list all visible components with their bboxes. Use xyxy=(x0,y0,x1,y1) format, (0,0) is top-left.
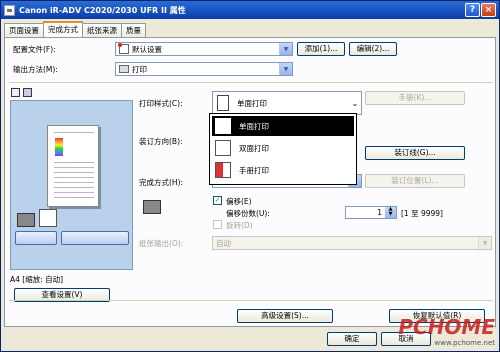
rotate-label: 旋转(D) xyxy=(226,221,253,230)
pchome-logo: PCHOME xyxy=(398,315,495,339)
pages-icon xyxy=(39,209,57,227)
pchome-watermark: PCHOME www.pchome.net xyxy=(398,315,495,347)
printer-properties-window: Canon iR-ADV C2020/2030 UFR II 属性 ? × 页面… xyxy=(0,0,500,352)
profile-icon xyxy=(118,43,129,54)
rotate-checkbox[interactable] xyxy=(213,220,222,229)
advanced-settings-button[interactable]: 高级设置(S)... xyxy=(237,309,333,323)
edit-profile-button[interactable]: 编辑(2)... xyxy=(349,42,397,56)
offset-count-value: 1 xyxy=(377,208,382,217)
preview-status: A4 [缩放: 自动] xyxy=(10,275,64,284)
print-style-dropdown-list: 单面打印 双面打印 手册打印 xyxy=(209,113,357,185)
print-style-option-duplex[interactable]: 双面打印 xyxy=(212,138,354,158)
offset-count-label: 偏移份数(U): xyxy=(226,209,270,218)
print-style-value: 单面打印 xyxy=(237,98,267,108)
preview-box xyxy=(10,100,133,270)
help-button[interactable]: ? xyxy=(465,3,480,17)
profile-select[interactable]: 默认设置 ▼ xyxy=(115,42,293,56)
binding-direction-label: 装订方向(B): xyxy=(139,137,183,146)
close-button[interactable]: × xyxy=(481,3,496,17)
duplex-icon xyxy=(215,140,231,156)
chevron-down-icon[interactable]: ▼ xyxy=(279,43,292,55)
print-style-option-single[interactable]: 单面打印 xyxy=(212,116,354,136)
single-sided-icon xyxy=(217,95,229,111)
binding-preview-button[interactable] xyxy=(15,231,57,245)
tab-finishing[interactable]: 完成方式 xyxy=(43,21,83,37)
spin-arrows-icon[interactable]: ▲ ▼ xyxy=(385,207,396,218)
divider xyxy=(9,300,493,301)
chevron-down-icon[interactable]: ▼ xyxy=(478,237,491,249)
print-style-select[interactable]: 单面打印 ⌄ xyxy=(212,91,362,115)
offset-stack-icon xyxy=(143,200,161,214)
finishing-label: 完成方式(H): xyxy=(139,178,184,187)
print-style-option-booklet[interactable]: 手册打印 xyxy=(212,160,354,180)
booklet-icon xyxy=(215,162,231,178)
output-method-select[interactable]: 打印 ▼ xyxy=(115,62,293,76)
chevron-down-icon[interactable]: ⌄ xyxy=(349,99,361,108)
printer-icon xyxy=(4,4,15,16)
output-method-label: 输出方法(M): xyxy=(13,65,58,74)
divider xyxy=(9,82,493,83)
staple-position-button[interactable]: 装订位置(L)... xyxy=(365,174,465,188)
single-sided-icon xyxy=(215,118,231,134)
paper-stack-icon xyxy=(17,213,35,227)
binding-margin-button[interactable]: 装订线(G)... xyxy=(365,146,465,160)
preview-mode-icons xyxy=(11,88,41,98)
paper-output-label: 纸张输出(O): xyxy=(139,239,184,248)
offset-count-stepper[interactable]: 1 ▲ ▼ xyxy=(345,206,397,219)
collate-preview-button[interactable] xyxy=(61,231,129,245)
offset-range: [1 至 9999] xyxy=(401,209,443,218)
tab-paper-source[interactable]: 纸张来源 xyxy=(82,23,122,37)
color-bar-graphic xyxy=(55,138,63,156)
pchome-url: www.pchome.net xyxy=(434,339,495,347)
printer-icon xyxy=(119,65,129,73)
paper-output-select[interactable]: 自动 ▼ xyxy=(212,236,492,250)
ok-button[interactable]: 确定 xyxy=(327,332,377,346)
profile-value: 默认设置 xyxy=(132,44,162,54)
output-method-value: 打印 xyxy=(132,64,147,74)
add-profile-button[interactable]: 添加(1)... xyxy=(297,42,345,56)
offset-label: 偏移(E) xyxy=(226,197,252,206)
tab-page-setup[interactable]: 页面设置 xyxy=(4,23,44,37)
tab-strip: 页面设置 完成方式 纸张来源 质量 xyxy=(4,21,146,37)
page-preview xyxy=(47,125,99,207)
print-style-label: 打印样式(C): xyxy=(139,99,183,108)
window-title: Canon iR-ADV C2020/2030 UFR II 属性 xyxy=(19,5,186,15)
paper-output-value: 自动 xyxy=(216,238,231,248)
preview-area: A4 [缩放: 自动] 查看设置(V) xyxy=(10,100,133,310)
tab-quality[interactable]: 质量 xyxy=(121,23,146,37)
printer-view-icon[interactable] xyxy=(23,88,33,97)
title-bar[interactable]: Canon iR-ADV C2020/2030 UFR II 属性 ? × xyxy=(1,1,499,19)
page-view-icon[interactable] xyxy=(11,88,20,97)
manual-button[interactable]: 手册(K)... xyxy=(365,91,465,105)
offset-checkbox[interactable]: ✓ xyxy=(213,196,222,205)
profile-label: 配置文件(F): xyxy=(13,45,56,54)
chevron-down-icon[interactable]: ▼ xyxy=(279,63,292,75)
